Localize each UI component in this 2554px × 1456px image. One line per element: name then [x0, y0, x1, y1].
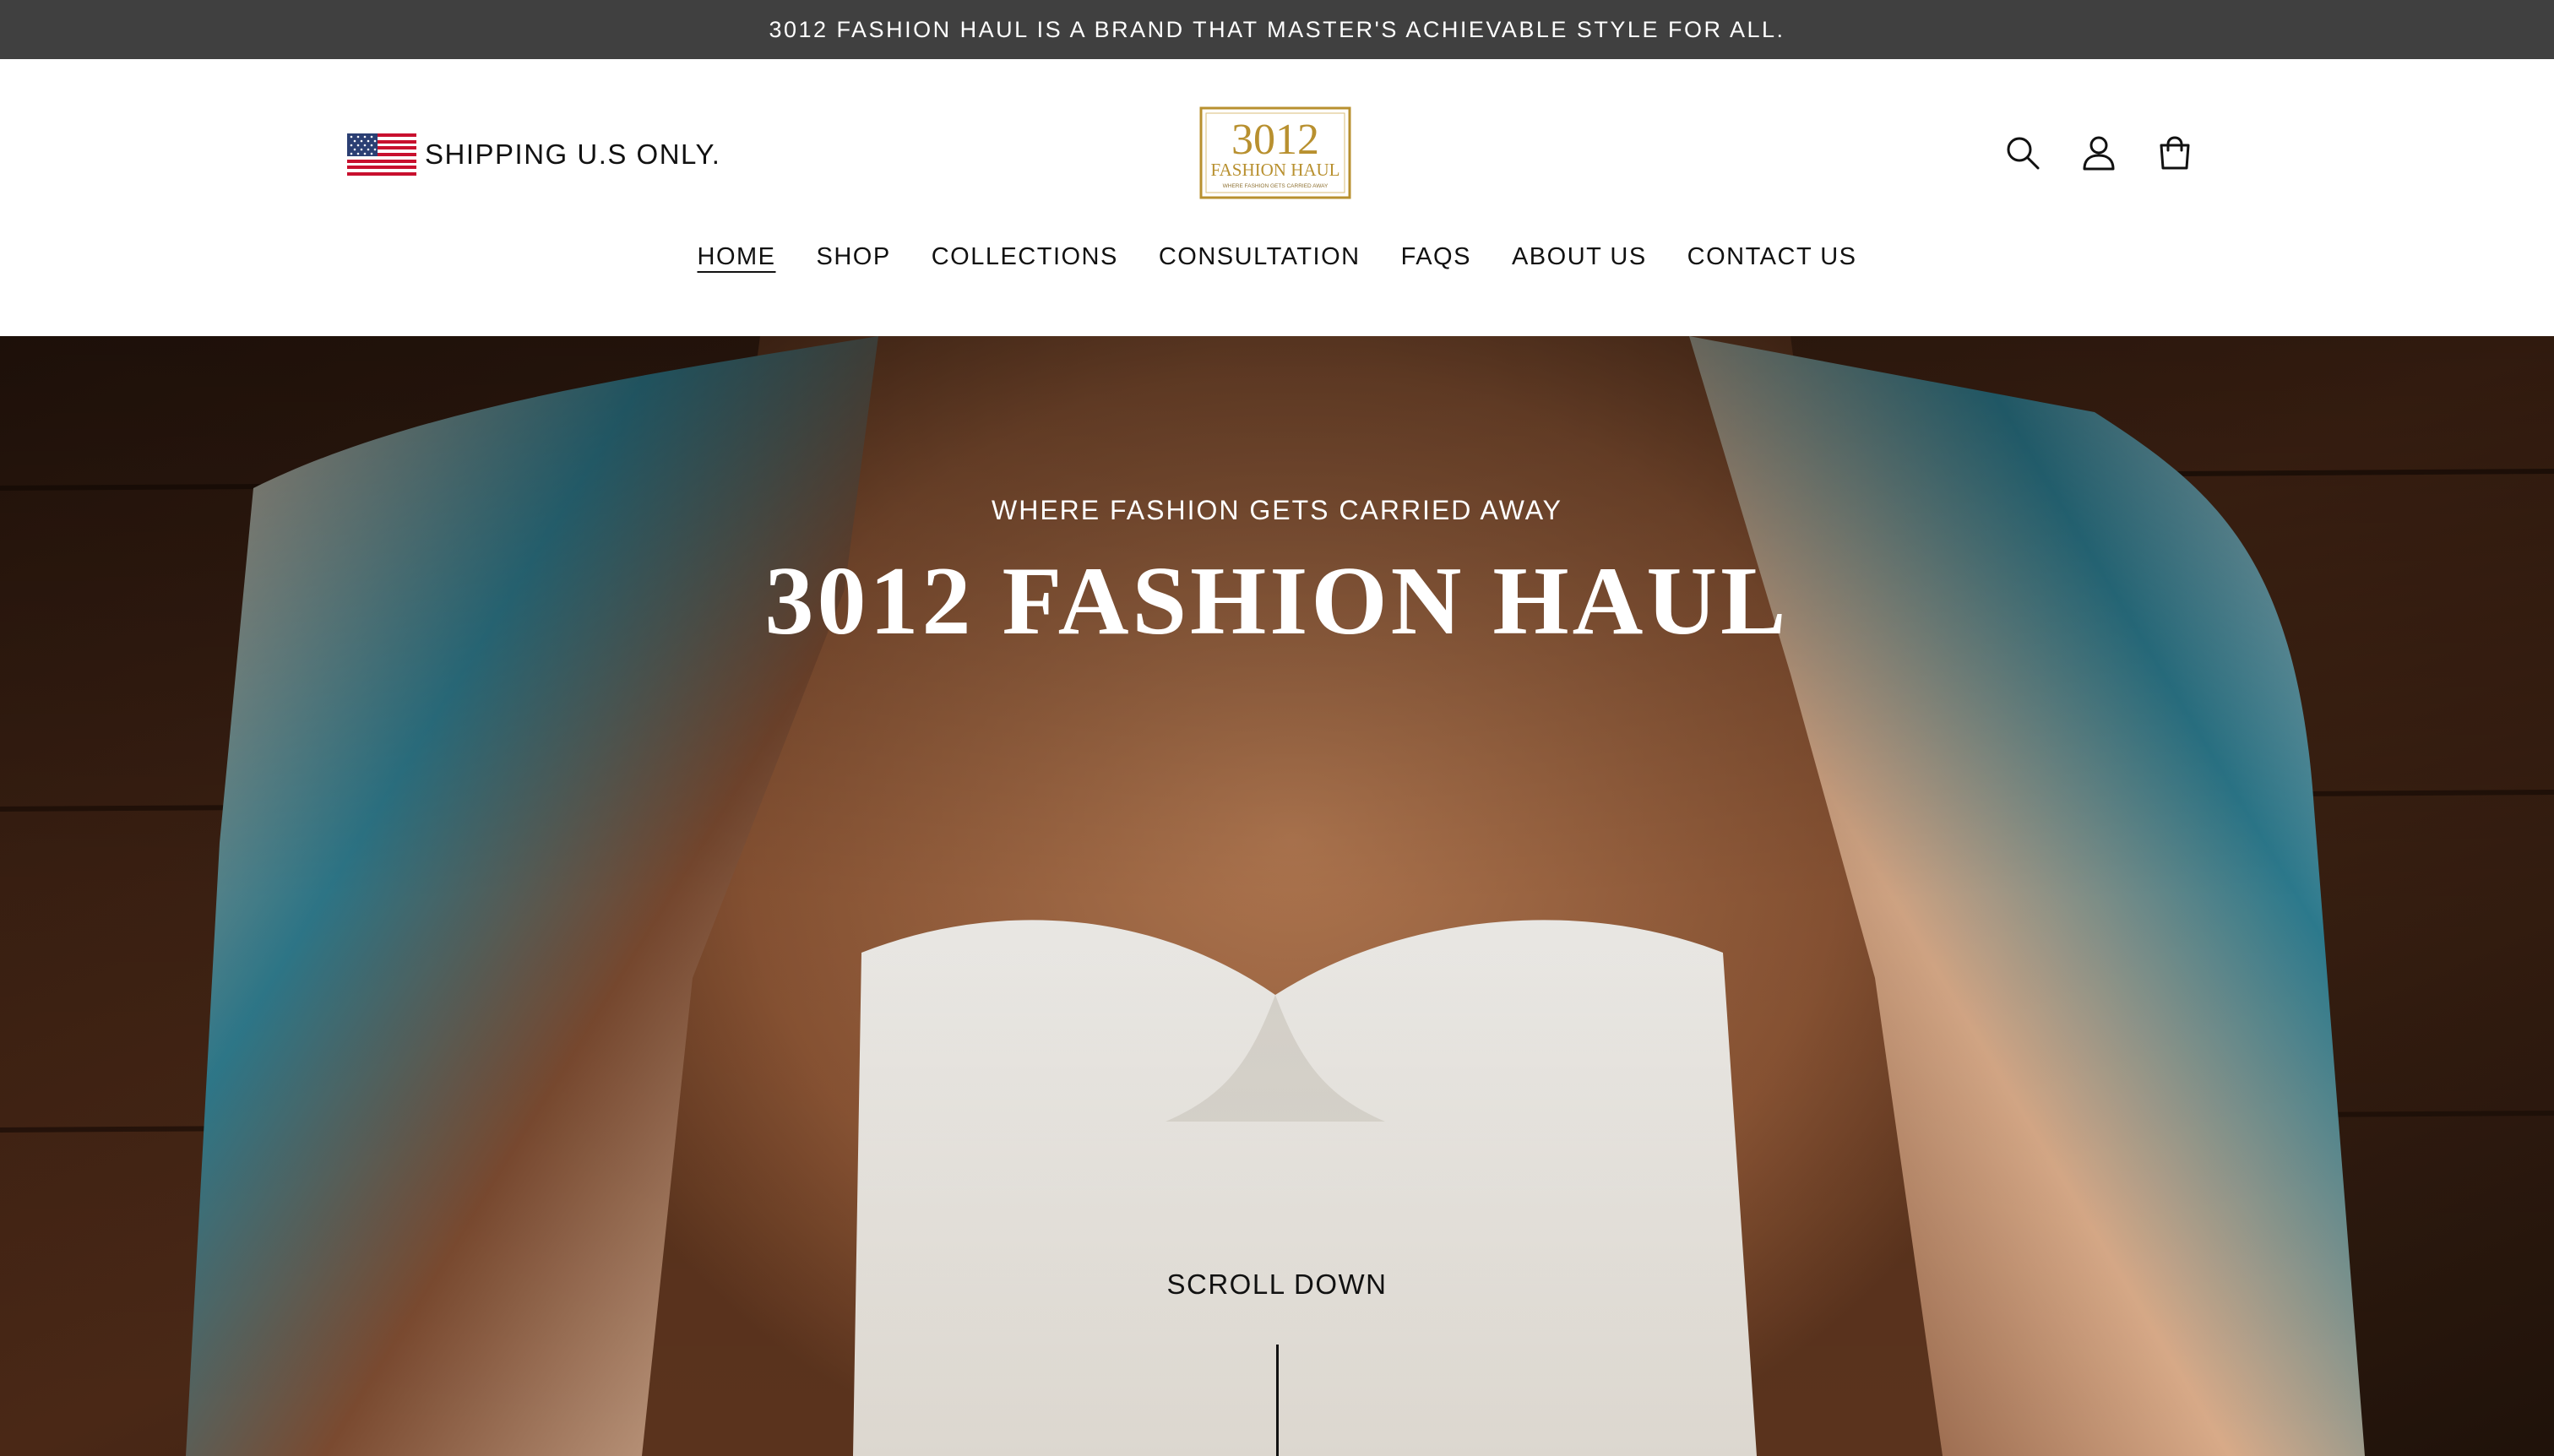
- search-icon: [2007, 137, 2040, 170]
- account-icon: [2083, 136, 2115, 171]
- logo-number: 3012: [1231, 116, 1319, 164]
- nav-item-about-us[interactable]: ABOUT US: [1512, 243, 1647, 274]
- hero-banner: WHERE FASHION GETS CARRIED AWAY 3012 FAS…: [0, 336, 2554, 1456]
- account-button[interactable]: [2078, 132, 2120, 174]
- cart-button[interactable]: [2154, 132, 2196, 174]
- search-button[interactable]: [2002, 132, 2044, 174]
- cart-icon: [2160, 136, 2190, 170]
- logo-tagline: WHERE FASHION GETS CARRIED AWAY: [1223, 183, 1329, 189]
- scroll-down-link[interactable]: SCROLL DOWN: [0, 1269, 2554, 1301]
- shipping-notice: SHIPPING U.S ONLY.: [347, 133, 720, 176]
- logo-name: FASHION HAUL: [1210, 160, 1339, 180]
- announcement-bar: 3012 FASHION HAUL IS A BRAND THAT MASTER…: [0, 0, 2554, 59]
- header-icons: [2002, 132, 2196, 174]
- hero-subheading: WHERE FASHION GETS CARRIED AWAY: [992, 495, 1562, 525]
- nav-item-shop[interactable]: SHOP: [817, 243, 891, 274]
- nav-item-collections[interactable]: COLLECTIONS: [932, 243, 1118, 274]
- us-flag-icon: [347, 133, 416, 176]
- hero-heading: 3012 FASHION HAUL: [764, 547, 1790, 655]
- brand-logo[interactable]: 3012 FASHION HAUL WHERE FASHION GETS CAR…: [1199, 106, 1351, 199]
- nav-item-contact-us[interactable]: CONTACT US: [1687, 243, 1857, 274]
- nav-item-consultation[interactable]: CONSULTATION: [1159, 243, 1361, 274]
- announcement-text: 3012 FASHION HAUL IS A BRAND THAT MASTER…: [769, 16, 1785, 42]
- nav-item-home[interactable]: HOME: [698, 243, 776, 274]
- main-navigation: HOME SHOP COLLECTIONS CONSULTATION FAQS …: [0, 243, 2554, 274]
- scroll-indicator-line: [1276, 1345, 1279, 1456]
- nav-item-faqs[interactable]: FAQS: [1401, 243, 1471, 274]
- shipping-text: SHIPPING U.S ONLY.: [425, 139, 721, 170]
- site-header: SHIPPING U.S ONLY. 3012 FASHION HAUL WHE…: [0, 59, 2554, 336]
